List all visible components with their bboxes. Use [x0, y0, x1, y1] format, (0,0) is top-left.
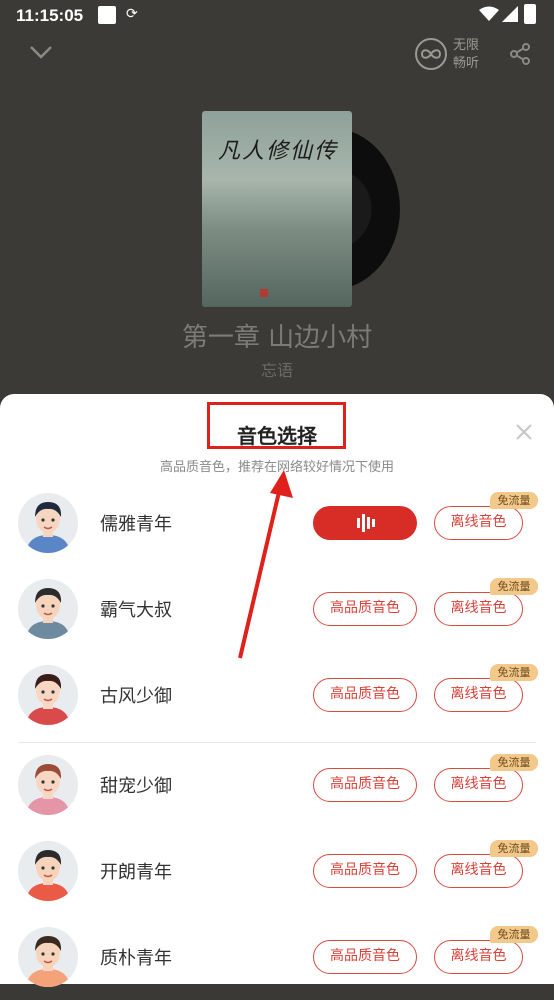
annotation-arrow — [238, 470, 293, 659]
